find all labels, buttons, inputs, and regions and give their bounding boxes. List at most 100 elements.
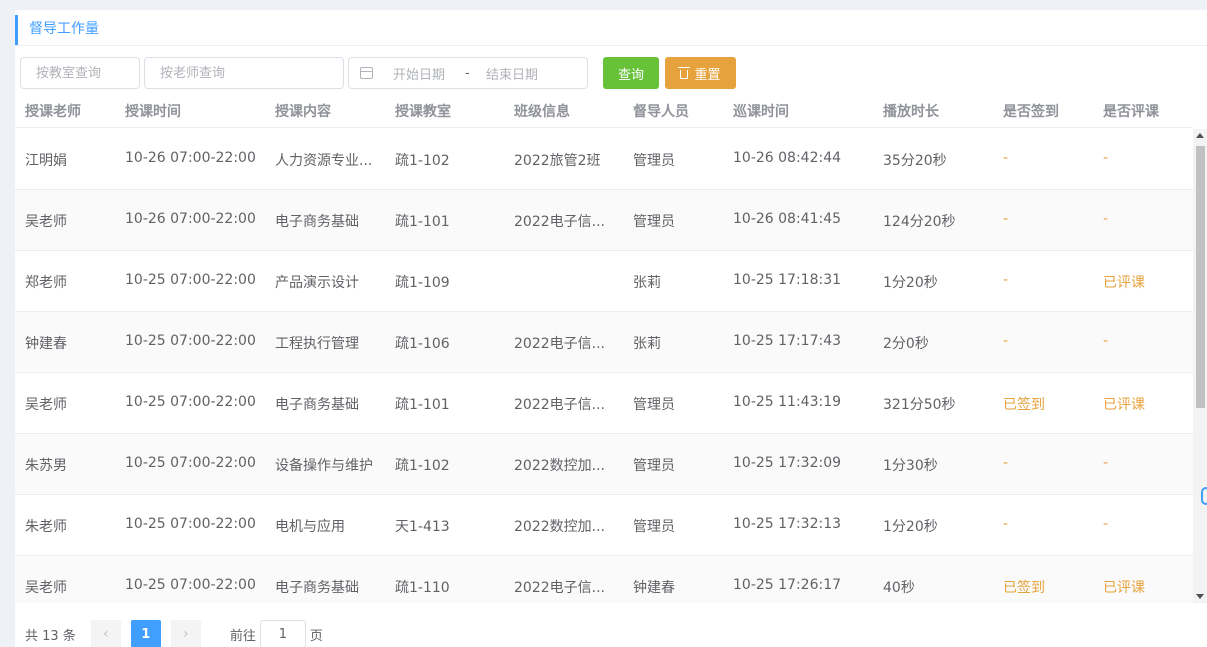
total-count: 共 13 条: [25, 628, 76, 644]
column-header: 班级信息: [514, 103, 570, 120]
table-cell: 朱老师: [25, 519, 67, 535]
next-page-button[interactable]: ›: [170, 620, 201, 647]
column-header: 授课老师: [25, 103, 81, 120]
table-cell: 10-26 07:00-22:00: [125, 150, 256, 166]
table-cell: 管理员: [633, 458, 675, 474]
table-cell: 10-26 07:00-22:00: [125, 211, 256, 227]
table-cell: 疏1-101: [395, 397, 450, 413]
room-search-input[interactable]: [20, 57, 140, 89]
table-row[interactable]: 江明娟 10-26 07:00-22:00 人力资源专业... 疏1-102 2022旅…: [15, 129, 1193, 190]
goto-page-input[interactable]: [259, 620, 306, 647]
table-row[interactable]: 钟建春 10-25 07:00-22:00 工程执行管理 疏1-106 2022电子信.…: [15, 312, 1193, 373]
table-cell: 疏1-110: [395, 580, 450, 596]
table-cell: 10-25 07:00-22:00: [125, 272, 256, 288]
table-cell: 2022电子信...: [514, 397, 605, 413]
table-cell: -: [1003, 150, 1009, 166]
prev-page-button[interactable]: ‹: [90, 620, 121, 647]
table-cell: 2022数控加...: [514, 458, 605, 474]
table-row[interactable]: 吴老师 10-25 07:00-22:00 电子商务基础 疏1-110 2022电子信.…: [15, 556, 1193, 603]
query-button[interactable]: 查询: [603, 57, 659, 89]
table-cell: 已评课: [1103, 275, 1145, 291]
table-cell: 电子商务基础: [275, 214, 359, 230]
table-cell: 10-25 17:32:13: [733, 516, 842, 532]
table-cell: 2022电子信...: [514, 214, 605, 230]
column-header: 授课内容: [275, 103, 331, 120]
table-cell: 10-25 17:18:31: [733, 272, 842, 288]
table-cell: 郑老师: [25, 275, 67, 291]
teacher-search-input[interactable]: [144, 57, 344, 89]
table-cell: 朱苏男: [25, 458, 67, 474]
table-cell: 1分20秒: [883, 275, 938, 291]
table-cell: 张莉: [633, 275, 661, 291]
column-header: 督导人员: [633, 103, 689, 120]
table-cell: 10-25 07:00-22:00: [125, 577, 256, 593]
title-bar: 督导工作量: [15, 10, 1207, 46]
table-cell: 124分20秒: [883, 214, 956, 230]
table-cell: 疏1-101: [395, 214, 450, 230]
scroll-up-arrow-icon[interactable]: [1196, 133, 1204, 138]
table-cell: 天1-413: [395, 519, 450, 535]
table-row[interactable]: 郑老师 10-25 07:00-22:00 产品演示设计 疏1-109 张莉 10-25 …: [15, 251, 1193, 312]
table-cell: 管理员: [633, 519, 675, 535]
pagination: 共 13 条 ‹ 1 › 前往 页: [25, 620, 323, 647]
table-cell: 工程执行管理: [275, 336, 359, 352]
table-cell: -: [1103, 333, 1109, 349]
table-cell: -: [1103, 150, 1109, 166]
table-row[interactable]: 朱老师 10-25 07:00-22:00 电机与应用 天1-413 2022数控加..…: [15, 495, 1193, 556]
reset-button-label: 重置: [694, 67, 721, 83]
trash-icon: [678, 66, 691, 79]
table-cell: 张莉: [633, 336, 661, 352]
table-cell: 吴老师: [25, 397, 67, 413]
page-number-current[interactable]: 1: [130, 620, 161, 647]
table-cell: 人力资源专业...: [275, 153, 373, 169]
table-cell: 10-25 17:32:09: [733, 455, 842, 471]
column-header: 是否评课: [1103, 103, 1159, 120]
table-cell: 35分20秒: [883, 153, 947, 169]
table-row[interactable]: 朱苏男 10-25 07:00-22:00 设备操作与维护 疏1-102 2022数控加…: [15, 434, 1193, 495]
table-cell: -: [1103, 211, 1109, 227]
date-end-input[interactable]: 结束日期: [486, 64, 538, 83]
table-cell: 2022旅管2班: [514, 153, 601, 169]
table-cell: 钟建春: [633, 580, 675, 596]
table-cell: 10-25 11:43:19: [733, 394, 842, 410]
table-cell: 10-25 07:00-22:00: [125, 333, 256, 349]
table-cell: 10-25 17:17:43: [733, 333, 842, 349]
calendar-icon: [360, 67, 373, 79]
table-cell: 2022电子信...: [514, 580, 605, 596]
table-row[interactable]: 吴老师 10-26 07:00-22:00 电子商务基础 疏1-101 2022电子信.…: [15, 190, 1193, 251]
table-cell: -: [1003, 516, 1009, 532]
filter-bar: 开始日期 - 结束日期 查询 重置: [20, 57, 736, 89]
reset-button[interactable]: 重置: [665, 57, 736, 89]
table-cell: 疏1-106: [395, 336, 450, 352]
floating-circle-icon[interactable]: [1201, 487, 1207, 505]
column-header: 是否签到: [1003, 103, 1059, 120]
scroll-down-arrow-icon[interactable]: [1196, 594, 1204, 599]
scrollbar-thumb[interactable]: [1196, 146, 1205, 408]
table-cell: 10-25 07:00-22:00: [125, 516, 256, 532]
table-cell: 已签到: [1003, 580, 1045, 596]
table-cell: 吴老师: [25, 214, 67, 230]
table-body: 江明娟 10-26 07:00-22:00 人力资源专业... 疏1-102 2022旅…: [15, 129, 1193, 603]
table-cell: 已评课: [1103, 397, 1145, 413]
table-cell: -: [1003, 211, 1009, 227]
query-button-label: 查询: [617, 67, 644, 83]
table-cell: 电子商务基础: [275, 580, 359, 596]
table-row[interactable]: 吴老师 10-25 07:00-22:00 电子商务基础 疏1-101 2022电子信.…: [15, 373, 1193, 434]
table-cell: 电子商务基础: [275, 397, 359, 413]
table-cell: -: [1003, 455, 1009, 471]
date-separator: -: [465, 65, 470, 81]
title-accent-bar: [15, 15, 18, 45]
column-header: 巡课时间: [733, 103, 789, 120]
table-cell: 江明娟: [25, 153, 67, 169]
table-cell: 疏1-102: [395, 153, 450, 169]
table-cell: 10-25 07:00-22:00: [125, 394, 256, 410]
table-scrollbar[interactable]: [1193, 129, 1207, 603]
column-header: 授课教室: [395, 103, 451, 120]
table-header: 授课老师 授课时间 授课内容 授课教室 班级信息 督导人员 巡课时间 播放时长 是否签到 是否评课: [15, 94, 1193, 128]
date-range-picker[interactable]: 开始日期 - 结束日期: [348, 57, 588, 89]
table-cell: 10-26 08:42:44: [733, 150, 842, 166]
table-cell: 管理员: [633, 397, 675, 413]
table-cell: 2分0秒: [883, 336, 929, 352]
table-cell: 已评课: [1103, 580, 1145, 596]
date-start-input[interactable]: 开始日期: [393, 64, 445, 83]
